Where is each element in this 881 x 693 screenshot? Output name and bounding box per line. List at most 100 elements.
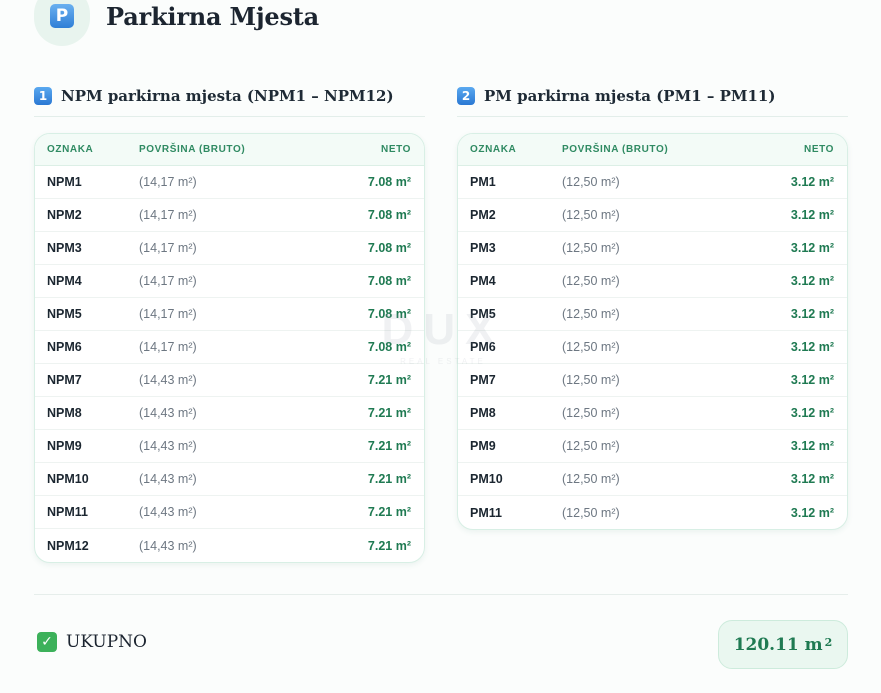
cell-neto: 7.21 m² xyxy=(367,439,411,453)
cell-povrsina: (14,17 m²) xyxy=(139,241,197,255)
cell-neto: 7.08 m² xyxy=(367,274,411,288)
col-header-neto: NETO xyxy=(804,144,834,155)
page-title: Parkirna Mjesta xyxy=(106,1,320,31)
table-row: PM2 (12,50 m²) 3.12 m² xyxy=(458,199,847,232)
cell-povrsina: (12,50 m²) xyxy=(562,373,620,387)
table-row: NPM11 (14,43 m²) 7.21 m² xyxy=(35,496,424,529)
cell-povrsina: (14,17 m²) xyxy=(139,307,197,321)
table-row: PM8 (12,50 m²) 3.12 m² xyxy=(458,397,847,430)
table-row: NPM12 (14,43 m²) 7.21 m² xyxy=(35,529,424,562)
total-value: 120.11 m xyxy=(733,634,823,655)
table-row: NPM9 (14,43 m²) 7.21 m² xyxy=(35,430,424,463)
cell-povrsina: (12,50 m²) xyxy=(562,208,620,222)
cell-neto: 7.21 m² xyxy=(367,373,411,387)
cell-neto: 7.08 m² xyxy=(367,340,411,354)
cell-oznaka: NPM6 xyxy=(47,340,82,354)
cell-oznaka: PM11 xyxy=(470,505,502,520)
cell-neto: 3.12 m² xyxy=(790,472,834,486)
cell-oznaka: NPM10 xyxy=(47,472,89,486)
cell-povrsina: (12,50 m²) xyxy=(562,439,620,453)
cell-oznaka: PM10 xyxy=(470,472,503,486)
table-row: PM7 (12,50 m²) 3.12 m² xyxy=(458,364,847,397)
cell-oznaka: NPM4 xyxy=(47,274,82,288)
cell-neto: 3.12 m² xyxy=(790,406,834,420)
table-row: PM11 (12,50 m²) 3.12 m² xyxy=(458,496,847,529)
table-row: PM5 (12,50 m²) 3.12 m² xyxy=(458,298,847,331)
cell-neto: 7.21 m² xyxy=(367,538,411,553)
cell-povrsina: (14,17 m²) xyxy=(139,208,197,222)
cell-oznaka: PM3 xyxy=(470,241,496,255)
cell-oznaka: NPM8 xyxy=(47,406,82,420)
cell-neto: 3.12 m² xyxy=(790,340,834,354)
section-header: 1 NPM parkirna mjesta (NPM1 – NPM12) xyxy=(34,84,425,117)
cell-oznaka: NPM1 xyxy=(47,175,82,189)
cell-oznaka: PM4 xyxy=(470,274,496,288)
cell-povrsina: (14,43 m²) xyxy=(139,538,197,553)
parking-p-icon: P xyxy=(50,4,74,28)
footer-divider xyxy=(34,594,848,595)
number-one-icon: 1 xyxy=(34,87,52,105)
cell-povrsina: (12,50 m²) xyxy=(562,505,620,520)
cell-oznaka: PM2 xyxy=(470,208,496,222)
cell-oznaka: NPM2 xyxy=(47,208,82,222)
total-value-badge: 120.11 m2 xyxy=(718,620,848,669)
col-header-oznaka: OZNAKA xyxy=(470,144,517,155)
cell-oznaka: NPM12 xyxy=(47,538,89,553)
cell-povrsina: (14,17 m²) xyxy=(139,274,197,288)
table-row: NPM3 (14,17 m²) 7.08 m² xyxy=(35,232,424,265)
cell-oznaka: NPM11 xyxy=(47,505,88,519)
cell-neto: 7.21 m² xyxy=(367,505,411,519)
cell-povrsina: (12,50 m²) xyxy=(562,406,620,420)
npm-table: OZNAKA POVRŠINA (BRUTO) NETO NPM1 (14,17 … xyxy=(34,133,425,563)
section-npm: 1 NPM parkirna mjesta (NPM1 – NPM12) OZN… xyxy=(34,84,425,563)
table-row: NPM1 (14,17 m²) 7.08 m² xyxy=(35,166,424,199)
table-row: PM1 (12,50 m²) 3.12 m² xyxy=(458,166,847,199)
cell-oznaka: PM8 xyxy=(470,406,496,420)
cell-neto: 7.08 m² xyxy=(367,307,411,321)
header-badge: P xyxy=(34,0,90,46)
table-row: NPM5 (14,17 m²) 7.08 m² xyxy=(35,298,424,331)
cell-neto: 3.12 m² xyxy=(790,241,834,255)
number-two-icon: 2 xyxy=(457,87,475,105)
cell-oznaka: PM1 xyxy=(470,175,496,189)
cell-povrsina: (12,50 m²) xyxy=(562,274,620,288)
cell-povrsina: (14,43 m²) xyxy=(139,406,197,420)
cell-neto: 7.21 m² xyxy=(367,406,411,420)
col-header-oznaka: OZNAKA xyxy=(47,144,94,155)
cell-povrsina: (14,43 m²) xyxy=(139,373,197,387)
cell-neto: 7.08 m² xyxy=(367,241,411,255)
table-header-row: OZNAKA POVRŠINA (BRUTO) NETO xyxy=(458,134,847,166)
check-mark-icon: ✓ xyxy=(37,632,57,652)
cell-oznaka: PM9 xyxy=(470,439,496,453)
col-header-neto: NETO xyxy=(381,144,411,155)
cell-neto: 3.12 m² xyxy=(790,373,834,387)
cell-povrsina: (12,50 m²) xyxy=(562,175,620,189)
cell-neto: 3.12 m² xyxy=(790,208,834,222)
section-title: NPM parkirna mjesta (NPM1 – NPM12) xyxy=(61,87,394,105)
cell-povrsina: (12,50 m²) xyxy=(562,307,620,321)
col-header-povrsina: POVRŠINA (BRUTO) xyxy=(562,144,669,155)
page-header: P Parkirna Mjesta xyxy=(34,0,319,46)
cell-neto: 3.12 m² xyxy=(790,274,834,288)
cell-neto: 7.08 m² xyxy=(367,175,411,189)
table-row: PM10 (12,50 m²) 3.12 m² xyxy=(458,463,847,496)
cell-oznaka: NPM3 xyxy=(47,241,82,255)
cell-povrsina: (14,43 m²) xyxy=(139,472,197,486)
cell-povrsina: (14,17 m²) xyxy=(139,340,197,354)
cell-oznaka: PM6 xyxy=(470,340,496,354)
cell-povrsina: (14,17 m²) xyxy=(139,175,197,189)
table-row: NPM10 (14,43 m²) 7.21 m² xyxy=(35,463,424,496)
cell-oznaka: PM5 xyxy=(470,307,496,321)
table-row: NPM8 (14,43 m²) 7.21 m² xyxy=(35,397,424,430)
table-row: NPM2 (14,17 m²) 7.08 m² xyxy=(35,199,424,232)
col-header-povrsina: POVRŠINA (BRUTO) xyxy=(139,144,246,155)
cell-povrsina: (14,43 m²) xyxy=(139,439,197,453)
table-row: PM9 (12,50 m²) 3.12 m² xyxy=(458,430,847,463)
cell-oznaka: NPM7 xyxy=(47,373,82,387)
table-row: PM4 (12,50 m²) 3.12 m² xyxy=(458,265,847,298)
table-body: NPM1 (14,17 m²) 7.08 m² NPM2 (14,17 m²) 7.08 … xyxy=(35,166,424,562)
cell-neto: 7.21 m² xyxy=(367,472,411,486)
section-title: PM parkirna mjesta (PM1 – PM11) xyxy=(484,87,776,105)
cell-neto: 3.12 m² xyxy=(790,307,834,321)
cell-oznaka: NPM5 xyxy=(47,307,82,321)
